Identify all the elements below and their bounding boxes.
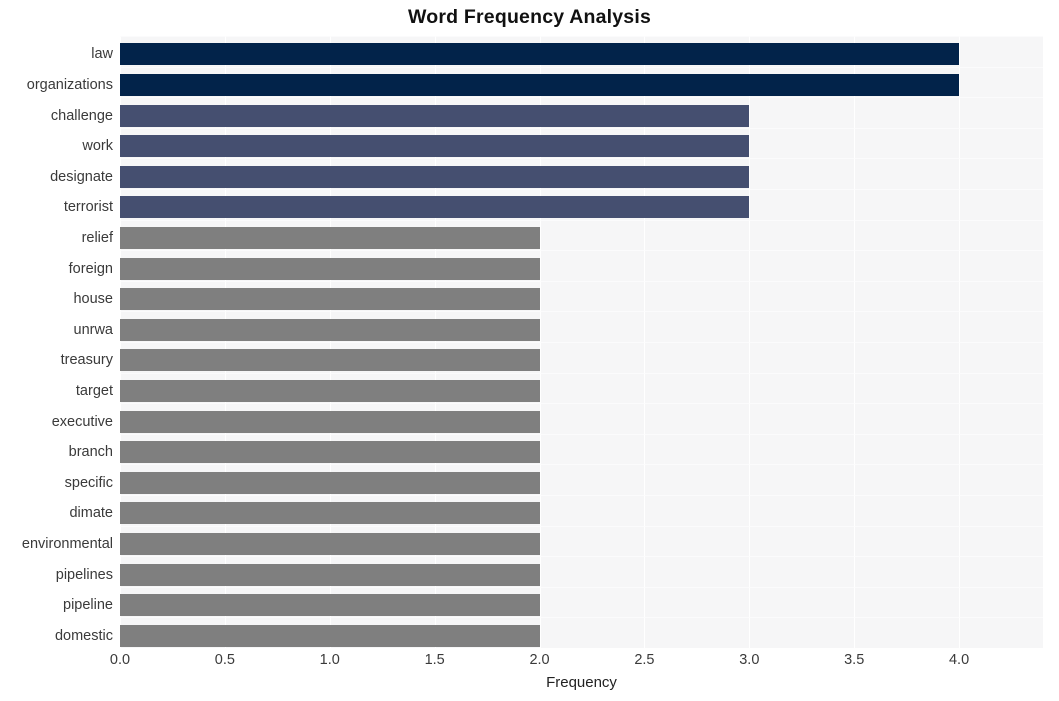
y-tick-label: domestic — [54, 628, 113, 644]
x-tick-label: 3.0 — [739, 652, 760, 668]
y-tick-label: designate — [50, 169, 113, 185]
plot-area — [120, 36, 1043, 648]
y-gridline — [120, 464, 1043, 465]
y-gridline — [120, 311, 1043, 312]
x-axis: 0.0 0.5 1.0 1.5 2.0 2.5 3.0 3.5 4.0 — [110, 648, 1043, 674]
page-title: Word Frequency Analysis — [408, 6, 651, 28]
y-gridline — [120, 220, 1043, 221]
bar[interactable] — [120, 105, 750, 127]
y-axis: law organizations challenge work designate te… — [0, 36, 113, 648]
y-tick-label: treasury — [60, 352, 113, 368]
x-axis-title: Frequency — [546, 674, 617, 691]
chart-figure: Word Frequency Analysis law organizations… — [0, 0, 1059, 701]
y-tick-label: law — [91, 46, 113, 62]
bar[interactable] — [120, 258, 540, 280]
y-gridline — [120, 67, 1043, 68]
x-tick-label: 0.0 — [109, 652, 131, 668]
y-tick-label: terrorist — [63, 199, 113, 215]
y-gridline — [120, 342, 1043, 343]
y-gridline — [120, 403, 1043, 404]
y-tick-label: challenge — [50, 108, 113, 124]
y-tick-label: dimate — [69, 505, 113, 521]
y-tick-label: organizations — [26, 77, 113, 93]
y-gridline — [120, 128, 1043, 129]
x-tick-label: 3.5 — [844, 652, 865, 668]
y-gridline — [120, 617, 1043, 618]
x-tick-label: 1.0 — [319, 652, 340, 668]
y-gridline — [120, 158, 1043, 159]
y-gridline — [120, 526, 1043, 527]
y-gridline — [120, 373, 1043, 374]
bar[interactable] — [120, 411, 540, 433]
y-tick-label: specific — [64, 475, 113, 491]
x-tick-label: 2.0 — [529, 652, 550, 668]
bar[interactable] — [120, 502, 540, 524]
y-tick-label: unrwa — [73, 322, 114, 338]
y-gridline — [120, 36, 1043, 37]
y-tick-label: work — [82, 138, 113, 154]
bar[interactable] — [120, 196, 750, 218]
bar[interactable] — [120, 166, 750, 188]
y-gridline — [120, 434, 1043, 435]
y-tick-label: relief — [81, 230, 113, 246]
bar[interactable] — [120, 74, 960, 96]
y-gridline — [120, 97, 1043, 98]
y-gridline — [120, 281, 1043, 282]
bar[interactable] — [120, 288, 540, 310]
bar[interactable] — [120, 380, 540, 402]
y-gridline — [120, 250, 1043, 251]
bar[interactable] — [120, 625, 540, 647]
y-tick-label: foreign — [68, 261, 113, 277]
y-tick-label: house — [73, 291, 113, 307]
bar[interactable] — [120, 319, 540, 341]
y-tick-label: executive — [51, 414, 113, 430]
y-tick-label: pipeline — [63, 597, 113, 613]
y-gridline — [120, 495, 1043, 496]
bar[interactable] — [120, 135, 750, 157]
bar[interactable] — [120, 594, 540, 616]
y-tick-label: branch — [68, 444, 113, 460]
bar[interactable] — [120, 533, 540, 555]
y-tick-label: pipelines — [55, 567, 113, 583]
x-tick-label: 0.5 — [214, 652, 235, 668]
bar[interactable] — [120, 43, 960, 65]
y-tick-label: environmental — [21, 536, 113, 552]
x-tick-label: 2.5 — [634, 652, 655, 668]
bar[interactable] — [120, 227, 540, 249]
bar[interactable] — [120, 472, 540, 494]
y-gridline — [120, 587, 1043, 588]
y-gridline — [120, 556, 1043, 557]
x-tick-label: 1.5 — [424, 652, 445, 668]
y-gridline — [120, 189, 1043, 190]
x-tick-label: 4.0 — [948, 652, 970, 668]
bar[interactable] — [120, 441, 540, 463]
bar[interactable] — [120, 564, 540, 586]
y-tick-label: target — [75, 383, 113, 399]
bar[interactable] — [120, 349, 540, 371]
